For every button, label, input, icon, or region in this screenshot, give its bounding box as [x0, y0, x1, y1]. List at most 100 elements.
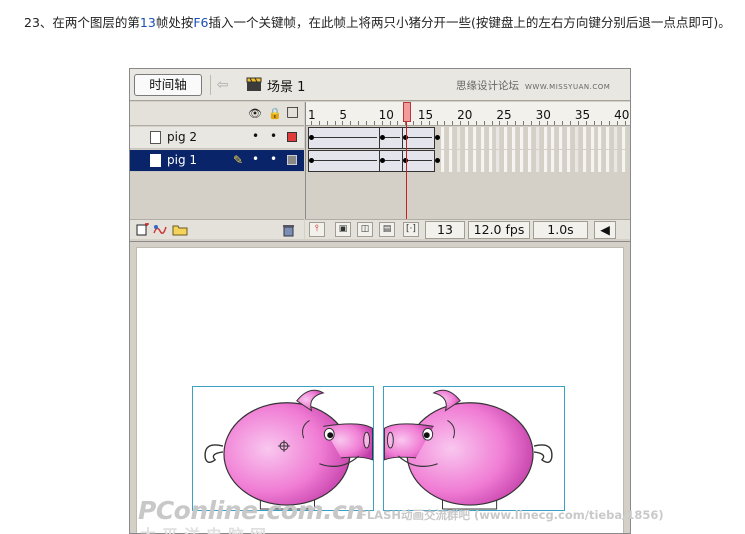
add-folder-icon[interactable] — [172, 223, 188, 239]
pig-left-symbol[interactable] — [192, 386, 374, 511]
keyframe-dot[interactable] — [309, 135, 314, 140]
empty-frame-cell[interactable] — [480, 150, 485, 172]
stage-canvas[interactable] — [136, 247, 624, 533]
empty-frame-cell[interactable] — [567, 127, 572, 149]
empty-frame-cell[interactable] — [441, 150, 446, 172]
keyframe-dot[interactable] — [379, 158, 385, 163]
empty-frame-cell[interactable] — [598, 150, 603, 172]
keyframe-dot[interactable] — [434, 158, 440, 163]
empty-frame-cell[interactable] — [582, 150, 587, 172]
scene-label[interactable]: 场景 1 — [267, 76, 305, 95]
timeline-button[interactable]: 时间轴 — [134, 74, 202, 96]
empty-frame-cell[interactable] — [574, 127, 579, 149]
empty-frame-cell[interactable] — [441, 127, 446, 149]
empty-frame-cell[interactable] — [465, 150, 469, 172]
onion-skin-outline-icon[interactable]: ◫ — [357, 222, 373, 237]
ruler-tick — [491, 121, 493, 125]
layer-row-pig2[interactable]: pig 2 • • — [130, 127, 304, 149]
eye-icon[interactable]: 👁 — [248, 107, 262, 120]
layer-row-pig1[interactable]: pig 1 ✎ • • — [130, 150, 304, 172]
timeline-controls: ⫯ ▣ ◫ ▤ [·] 13 12.0 fps 1.0s ◀ — [305, 219, 630, 239]
tween-span[interactable] — [308, 127, 380, 149]
empty-frame-cell[interactable] — [519, 127, 524, 149]
empty-frame-cell[interactable] — [465, 127, 469, 149]
empty-frame-cell[interactable] — [614, 127, 619, 149]
frame-rate-display[interactable]: 12.0 fps — [468, 221, 530, 239]
add-motion-guide-icon[interactable] — [152, 223, 168, 239]
empty-frame-cell[interactable] — [457, 150, 462, 172]
empty-frame-cell[interactable] — [512, 150, 517, 172]
outline-color-swatch[interactable] — [287, 155, 297, 165]
scroll-left-arrow-icon[interactable]: ◀ — [594, 221, 616, 239]
keyframe-dot[interactable] — [309, 158, 314, 163]
visibility-dot[interactable]: • — [252, 129, 259, 143]
empty-frame-cell[interactable] — [590, 127, 595, 149]
delete-layer-icon[interactable] — [282, 223, 295, 240]
empty-frame-cell[interactable] — [559, 150, 564, 172]
onion-skin-icon[interactable]: ▣ — [335, 222, 351, 237]
empty-frame-cell[interactable] — [488, 127, 493, 149]
keyframe-dot[interactable] — [434, 135, 440, 140]
empty-frame-cell[interactable] — [559, 127, 564, 149]
ruler-tick — [609, 121, 611, 125]
ruler-tick — [318, 121, 320, 125]
keyframe-dot[interactable] — [379, 135, 385, 140]
empty-frame-cell[interactable] — [449, 150, 454, 172]
empty-frame-cell[interactable] — [535, 127, 540, 149]
edit-multiple-frames-icon[interactable]: ▤ — [379, 222, 395, 237]
empty-frame-cell[interactable] — [449, 127, 454, 149]
empty-frame-cell[interactable] — [582, 127, 587, 149]
empty-frame-cell[interactable] — [504, 150, 509, 172]
layer-name: pig 1 — [167, 153, 198, 167]
lock-dot[interactable]: • — [270, 129, 277, 143]
empty-frame-cell[interactable] — [622, 127, 626, 149]
center-frame-icon[interactable]: ⫯ — [309, 222, 325, 237]
empty-frame-cell[interactable] — [622, 150, 626, 172]
back-arrow-icon[interactable]: ⇦ — [210, 75, 234, 95]
modify-onion-markers-icon[interactable]: [·] — [403, 222, 419, 237]
empty-frame-cell[interactable] — [488, 150, 493, 172]
empty-frame-cell[interactable] — [606, 150, 611, 172]
pig-left-graphic — [204, 389, 374, 510]
lock-dot[interactable]: • — [270, 152, 277, 166]
empty-frame-cell[interactable] — [527, 127, 532, 149]
empty-frame-cell[interactable] — [480, 127, 485, 149]
empty-frame-cell[interactable] — [472, 150, 477, 172]
layer-page-icon — [150, 154, 161, 167]
empty-frame-cell[interactable] — [590, 150, 595, 172]
outline-color-swatch[interactable] — [287, 132, 297, 142]
outline-icon[interactable]: □ — [286, 104, 299, 120]
lock-icon[interactable]: 🔒 — [268, 107, 282, 120]
empty-frame-cell[interactable] — [527, 150, 532, 172]
empty-frame-cell[interactable] — [535, 150, 540, 172]
empty-frame-cell[interactable] — [614, 150, 619, 172]
frame-row-pig1[interactable] — [306, 150, 630, 172]
empty-frame-cell[interactable] — [574, 150, 579, 172]
empty-frame-cell[interactable] — [519, 150, 524, 172]
empty-frame-cell[interactable] — [472, 127, 477, 149]
empty-frame-cell[interactable] — [598, 127, 603, 149]
empty-frame-cell[interactable] — [551, 127, 556, 149]
empty-frame-cell[interactable] — [504, 127, 509, 149]
frame-ruler[interactable]: 1 5 10 15 20 25 30 35 40 — [306, 102, 630, 126]
visibility-dot[interactable]: • — [252, 152, 259, 166]
empty-frame-cell[interactable] — [496, 150, 501, 172]
empty-frame-cell[interactable] — [606, 127, 611, 149]
empty-frame-cell[interactable] — [543, 127, 548, 149]
ruler-tick — [389, 121, 391, 125]
add-layer-icon[interactable] — [136, 222, 150, 239]
empty-frame-cell[interactable] — [567, 150, 572, 172]
frame-row-pig2[interactable] — [306, 127, 630, 149]
empty-frame-cell[interactable] — [457, 127, 462, 149]
pencil-edit-icon: ✎ — [233, 153, 244, 167]
empty-frame-cell[interactable] — [496, 127, 501, 149]
tween-span[interactable] — [308, 150, 380, 172]
pig-right-symbol[interactable] — [383, 386, 565, 511]
empty-frame-cell[interactable] — [512, 127, 517, 149]
empty-frame-cell[interactable] — [543, 150, 548, 172]
scene-clapper-icon — [246, 77, 262, 91]
empty-frame-cell[interactable] — [551, 150, 556, 172]
ruler-tick — [436, 121, 438, 125]
ruler-tick — [452, 121, 454, 125]
playhead[interactable] — [403, 102, 411, 122]
